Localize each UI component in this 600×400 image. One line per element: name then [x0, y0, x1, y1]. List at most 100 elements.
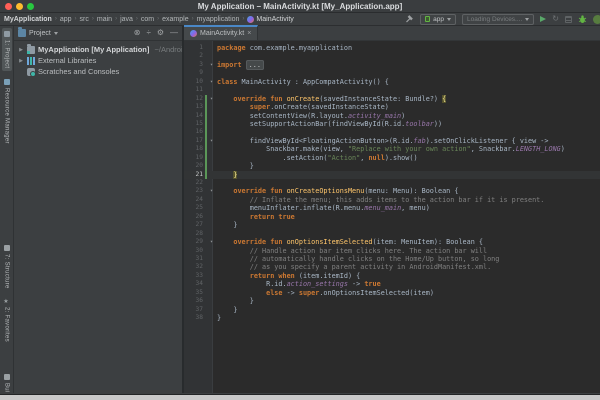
device-select-label: Loading Devices.... [467, 16, 522, 23]
code-line[interactable]: 13 super.onCreate(savedInstanceState) [184, 103, 600, 111]
code-line[interactable]: 14 setContentView(R.layout.activity_main… [184, 112, 600, 120]
code-line[interactable]: 22 [184, 179, 600, 187]
tool-stripe-build-variants[interactable]: Build Variants [2, 371, 12, 393]
code-line[interactable]: 23▾ override fun onCreateOptionsMenu(men… [184, 187, 600, 195]
tree-item[interactable]: Scratches and Consoles [14, 66, 182, 77]
expand-arrow-icon[interactable]: ▶ [18, 47, 24, 53]
breadcrumb-item[interactable]: example [162, 16, 188, 23]
code-line[interactable]: 27 } [184, 221, 600, 229]
code-line[interactable]: 10▾class MainActivity : AppCompatActivit… [184, 78, 600, 86]
project-panel-title[interactable]: Project [29, 30, 51, 37]
code-line[interactable]: 32 // as you specify a parent activity i… [184, 263, 600, 271]
chevron-down-icon [447, 18, 451, 21]
clipped-toolbar-icon[interactable] [593, 15, 600, 24]
code-line[interactable]: 3▾import ... [184, 61, 600, 69]
code-line[interactable]: 25 menuInflater.inflate(R.menu.menu_main… [184, 204, 600, 212]
code-line[interactable]: 16 [184, 128, 600, 136]
fold-arrow-icon[interactable]: ▾ [210, 61, 213, 69]
code-line[interactable]: 21 } [184, 171, 600, 179]
code-editor[interactable]: 1package com.example.myapplication23▾imp… [184, 41, 600, 393]
gutter-markers[interactable]: ▾ [203, 187, 213, 195]
code-line[interactable]: 12▾ override fun onCreate(savedInstanceS… [184, 95, 600, 103]
line-number: 31 [184, 255, 203, 263]
code-line[interactable]: 29▾ override fun onOptionsItemSelected(i… [184, 238, 600, 246]
fold-arrow-icon[interactable]: ▾ [210, 238, 213, 246]
gutter-markers [203, 221, 213, 229]
stripe-bottom: 7: Structure 2: Favorites Build Variants [0, 242, 13, 393]
device-select[interactable]: Loading Devices.... [462, 14, 534, 25]
tool-stripe-project[interactable]: 1: Project [2, 28, 12, 71]
code-text: } [213, 162, 254, 170]
run-toolbar: app Loading Devices.... ↻ [404, 14, 596, 25]
code-line[interactable]: 31 // automatically handle clicks on the… [184, 255, 600, 263]
gutter-markers [203, 128, 213, 136]
breadcrumb-item[interactable]: app [60, 16, 72, 23]
gutter-markers[interactable]: ▾ [203, 137, 213, 145]
code-line[interactable]: 18 Snackbar.make(view, "Replace with you… [184, 145, 600, 153]
chevron-down-icon[interactable] [54, 32, 58, 35]
build-hammer-icon[interactable] [404, 14, 414, 24]
gutter-markers [203, 297, 213, 305]
code-line[interactable]: 1package com.example.myapplication [184, 44, 600, 52]
main-area: 1: Project Resource Manager 7: Structure 2… [0, 26, 600, 393]
gutter-markers [203, 196, 213, 204]
code-text [213, 179, 217, 187]
tree-item[interactable]: ▶MyApplication [My Application] ~/Androi… [14, 44, 182, 55]
code-line[interactable]: 9 [184, 69, 600, 77]
code-line[interactable]: 15 setSupportActionBar(findViewById(R.id… [184, 120, 600, 128]
debug-bug-icon[interactable] [578, 15, 587, 24]
expand-arrow-icon[interactable]: ▶ [18, 58, 24, 64]
code-line[interactable]: 24 // Inflate the menu; this adds items … [184, 196, 600, 204]
gutter-markers[interactable]: ▾ [203, 95, 213, 103]
breadcrumb-item[interactable]: MyApplication [4, 16, 52, 23]
tree-item[interactable]: ▶ External Libraries [14, 55, 182, 66]
code-line[interactable]: 38} [184, 314, 600, 322]
code-line[interactable]: 30 // Handle action bar item clicks here… [184, 247, 600, 255]
code-line[interactable]: 26 return true [184, 213, 600, 221]
breadcrumb-item[interactable]: java [120, 16, 133, 23]
code-line[interactable]: 36 } [184, 297, 600, 305]
fold-arrow-icon[interactable]: ▾ [210, 95, 213, 103]
line-number: 3 [184, 61, 203, 69]
line-number: 36 [184, 297, 203, 305]
code-line[interactable]: 17▾ findViewById<FloatingActionButton>(R… [184, 137, 600, 145]
gutter-markers [203, 204, 213, 212]
gutter-markers [203, 145, 213, 153]
breadcrumb-item[interactable]: MainActivity [247, 16, 293, 23]
breadcrumb-item[interactable]: com [141, 16, 154, 23]
fold-arrow-icon[interactable]: ▾ [210, 137, 213, 145]
gutter-markers[interactable]: ▾ [203, 238, 213, 246]
hide-icon[interactable]: — [170, 29, 178, 37]
gutter-markers[interactable]: ▾ [203, 78, 213, 86]
breadcrumb-item[interactable]: src [80, 16, 89, 23]
locate-icon[interactable]: ⊗ [134, 29, 141, 37]
collapse-all-icon[interactable]: ÷ [146, 29, 150, 37]
code-line[interactable]: 20 } [184, 162, 600, 170]
fold-arrow-icon[interactable]: ▾ [210, 78, 213, 86]
fold-arrow-icon[interactable]: ▾ [210, 187, 213, 195]
tree-item-label: External Libraries [38, 56, 96, 65]
tab-close-icon[interactable] [247, 30, 251, 37]
code-text: findViewById<FloatingActionButton>(R.id.… [213, 137, 548, 145]
apply-changes-icon[interactable]: ↻ [552, 15, 559, 23]
code-line[interactable]: 19 .setAction("Action", null).show() [184, 154, 600, 162]
tool-stripe-structure[interactable]: 7: Structure [2, 242, 12, 292]
breadcrumb: MyApplication›app›src›main›java›com›exam… [4, 16, 294, 23]
code-line[interactable]: 37 } [184, 306, 600, 314]
settings-gear-icon[interactable]: ⚙ [157, 29, 164, 37]
tool-stripe-resource-manager[interactable]: Resource Manager [2, 76, 12, 147]
breadcrumb-item[interactable]: main [97, 16, 112, 23]
code-line[interactable]: 28 [184, 230, 600, 238]
tool-stripe-favorites[interactable]: 2: Favorites [2, 295, 12, 345]
gutter-markers [203, 103, 213, 111]
run-icon[interactable] [540, 16, 546, 22]
profile-icon[interactable] [565, 16, 572, 23]
gutter-markers[interactable]: ▾ [203, 61, 213, 69]
run-configuration-select[interactable]: app [420, 14, 456, 25]
code-line[interactable]: 35 else -> super.onOptionsItemSelected(i… [184, 289, 600, 297]
code-line[interactable]: 11 [184, 86, 600, 94]
code-line[interactable]: 34 R.id.action_settings -> true [184, 280, 600, 288]
editor-tab-mainactivity[interactable]: MainActivity.kt [184, 25, 258, 40]
code-line[interactable]: 33 return when (item.itemId) { [184, 272, 600, 280]
breadcrumb-item[interactable]: myapplication [197, 16, 240, 23]
